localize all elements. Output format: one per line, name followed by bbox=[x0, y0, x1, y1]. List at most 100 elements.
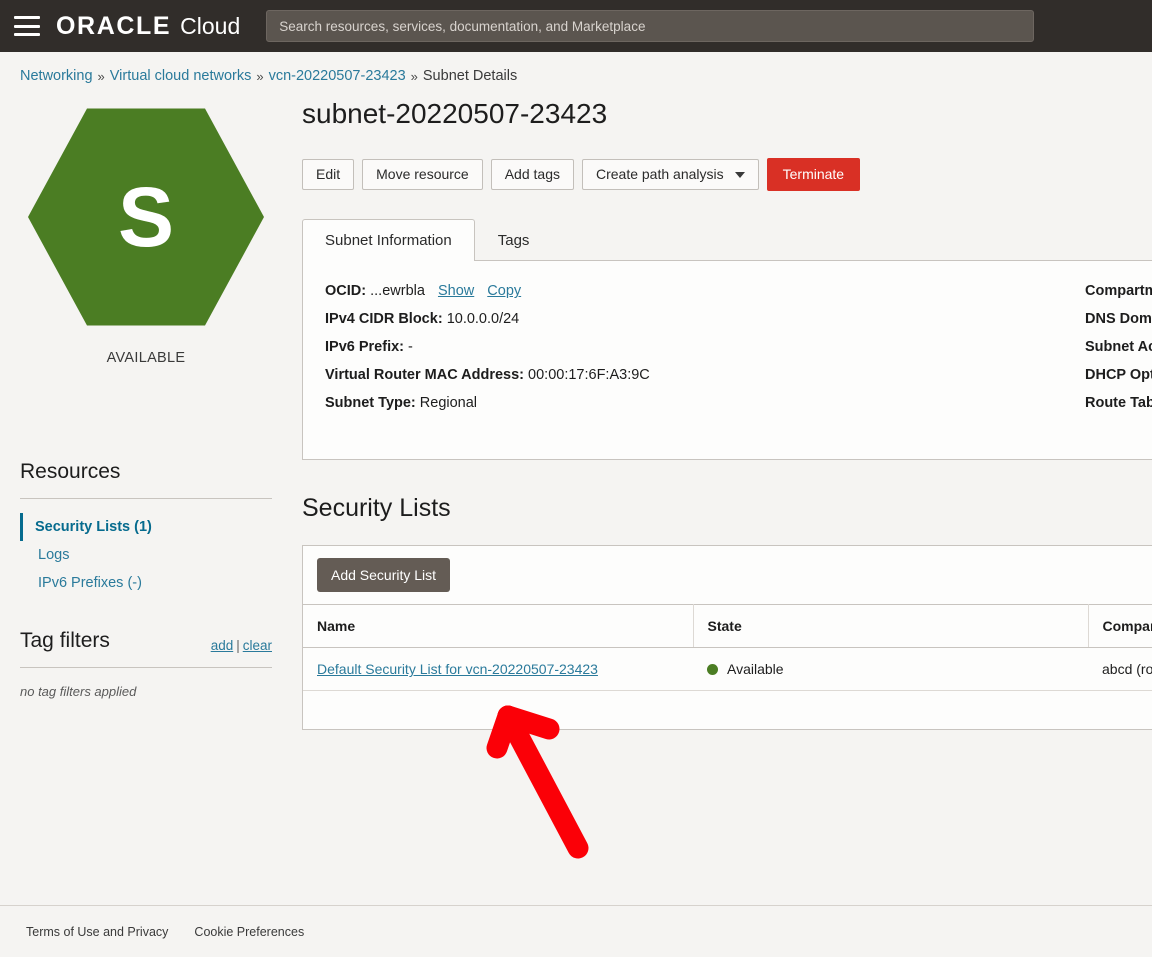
subnet-information-panel: OCID: ...ewrbla Show Copy IPv4 CIDR Bloc… bbox=[302, 260, 1152, 461]
sidebar-item-logs[interactable]: Logs bbox=[20, 541, 272, 569]
table-pagination-row bbox=[303, 691, 1152, 729]
table-body: Default Security List for vcn-20220507-2… bbox=[303, 647, 1152, 692]
detail-key: DNS Domain Name: bbox=[1085, 311, 1152, 328]
brand-cloud-text: Cloud bbox=[180, 12, 241, 39]
status-dot-icon bbox=[707, 663, 718, 675]
hamburger-menu-icon[interactable] bbox=[14, 16, 40, 36]
tag-filters-header: Tag filters add | clear bbox=[20, 629, 272, 653]
security-lists-table: Name State Compartment Default Security … bbox=[303, 604, 1152, 692]
cell-compartment: abcd (root) bbox=[1088, 647, 1152, 692]
cell-name: Default Security List for vcn-20220507-2… bbox=[303, 647, 693, 692]
column-header-name[interactable]: Name bbox=[303, 604, 694, 649]
sidebar-item-label: Logs bbox=[38, 547, 70, 563]
detail-key: Route Table: bbox=[1085, 395, 1152, 412]
tag-filter-add-link[interactable]: add bbox=[211, 638, 234, 653]
detail-value: - bbox=[408, 339, 413, 356]
sidebar-item-ipv6-prefixes[interactable]: IPv6 Prefixes (-) bbox=[20, 569, 272, 597]
security-lists-toolbar: Add Security List bbox=[303, 546, 1152, 604]
main-content: subnet-20220507-23423 Edit Move resource… bbox=[292, 84, 1152, 937]
resource-avatar: S AVAILABLE bbox=[20, 104, 272, 366]
status-label: Available bbox=[727, 661, 784, 678]
create-path-analysis-label: Create path analysis bbox=[595, 166, 724, 182]
cookie-preferences-link[interactable]: Cookie Preferences bbox=[194, 925, 304, 939]
top-navigation-bar: ORACLE Cloud Search resources, services,… bbox=[0, 0, 1152, 52]
breadcrumb-item-current: Subnet Details bbox=[422, 68, 518, 84]
resources-title: Resources bbox=[20, 460, 121, 483]
hexagon-icon: S bbox=[28, 108, 264, 326]
ocid-copy-link[interactable]: Copy bbox=[487, 283, 521, 299]
action-button-row: Edit Move resource Add tags Create path … bbox=[302, 158, 1152, 192]
detail-route-table: Route Table: bbox=[1085, 395, 1152, 411]
tag-filters-title: Tag filters bbox=[20, 629, 110, 652]
avatar-letter: S bbox=[117, 170, 175, 264]
table-row[interactable]: Default Security List for vcn-20220507-2… bbox=[303, 647, 1152, 692]
detail-dns-domain-name: DNS Domain Name: bbox=[1085, 311, 1152, 327]
add-tags-button[interactable]: Add tags bbox=[490, 159, 574, 191]
column-header-state[interactable]: State bbox=[693, 604, 1089, 649]
table-header: Name State Compartment bbox=[303, 604, 1152, 649]
security-lists-section-title: Security Lists bbox=[302, 494, 451, 523]
breadcrumb-separator-icon: » bbox=[256, 68, 264, 84]
security-list-name-link[interactable]: Default Security List for vcn-20220507-2… bbox=[317, 661, 598, 677]
tab-subnet-information[interactable]: Subnet Information bbox=[302, 219, 475, 262]
breadcrumb-separator-icon: » bbox=[97, 68, 105, 84]
detail-ipv6-prefix: IPv6 Prefix: - bbox=[325, 339, 965, 355]
table-header-row: Name State Compartment bbox=[303, 604, 1152, 649]
detail-dhcp-options: DHCP Options: bbox=[1085, 367, 1152, 383]
create-path-analysis-button[interactable]: Create path analysis bbox=[581, 159, 759, 191]
resources-divider bbox=[20, 498, 272, 499]
search-placeholder-text: Search resources, services, documentatio… bbox=[279, 18, 646, 34]
detail-value: 10.0.0.0/24 bbox=[446, 311, 520, 328]
page-body: S AVAILABLE Resources Security Lists (1)… bbox=[0, 84, 1152, 937]
tag-filters-empty-text: no tag filters applied bbox=[20, 684, 137, 699]
add-security-list-button[interactable]: Add Security List bbox=[317, 558, 451, 593]
detail-key: IPv6 Prefix: bbox=[325, 339, 404, 356]
detail-virtual-router-mac-address: Virtual Router MAC Address: 00:00:17:6F:… bbox=[325, 367, 965, 383]
chevron-down-icon bbox=[734, 171, 745, 178]
cell-state: Available bbox=[693, 647, 1088, 692]
tag-filter-clear-link[interactable]: clear bbox=[243, 638, 272, 653]
terminate-button[interactable]: Terminate bbox=[766, 158, 861, 192]
terms-of-use-link[interactable]: Terms of Use and Privacy bbox=[26, 925, 168, 939]
tag-filter-separator: | bbox=[236, 638, 240, 653]
left-sidebar: S AVAILABLE Resources Security Lists (1)… bbox=[0, 84, 292, 937]
detail-value: ...ewrbla bbox=[370, 283, 425, 300]
detail-ipv4-cidr-block: IPv4 CIDR Block: 10.0.0.0/24 bbox=[325, 311, 965, 327]
tag-filters-panel: Tag filters add | clear no tag filters app… bbox=[20, 629, 272, 699]
detail-ocid: OCID: ...ewrbla Show Copy bbox=[325, 283, 965, 299]
sidebar-item-label: Security Lists (1) bbox=[35, 519, 152, 535]
sidebar-item-security-lists[interactable]: Security Lists (1) bbox=[20, 513, 272, 541]
detail-key: IPv4 CIDR Block: bbox=[325, 311, 443, 328]
security-lists-panel: Add Security List Name State Compartment… bbox=[302, 545, 1152, 731]
detail-tabs: Subnet Information Tags bbox=[302, 219, 1152, 262]
global-search-input[interactable]: Search resources, services, documentatio… bbox=[266, 10, 1035, 42]
oracle-cloud-logo[interactable]: ORACLE Cloud bbox=[56, 12, 241, 39]
subnet-details-left-column: OCID: ...ewrbla Show Copy IPv4 CIDR Bloc… bbox=[325, 283, 965, 411]
move-resource-button[interactable]: Move resource bbox=[362, 159, 483, 191]
detail-compartment: Compartment: bbox=[1085, 283, 1152, 299]
detail-subnet-access: Subnet Access: bbox=[1085, 339, 1152, 355]
breadcrumb-item-networking[interactable]: Networking bbox=[20, 68, 93, 84]
ocid-show-link[interactable]: Show bbox=[438, 283, 474, 299]
breadcrumb-item-vcn[interactable]: vcn-20220507-23423 bbox=[269, 68, 406, 84]
status-badge: Available bbox=[707, 661, 1074, 677]
subnet-details-grid: OCID: ...ewrbla Show Copy IPv4 CIDR Bloc… bbox=[325, 283, 1152, 411]
resources-list: Security Lists (1) Logs IPv6 Prefixes (-… bbox=[20, 513, 272, 597]
edit-button[interactable]: Edit bbox=[302, 159, 355, 191]
detail-key: DHCP Options: bbox=[1085, 367, 1152, 384]
page-footer: Terms of Use and Privacy Cookie Preferen… bbox=[0, 905, 1152, 957]
detail-value: 00:00:17:6F:A3:9C bbox=[528, 367, 650, 384]
page-title: subnet-20220507-23423 bbox=[302, 98, 608, 129]
tag-filters-actions: add | clear bbox=[211, 638, 272, 653]
detail-key: Virtual Router MAC Address: bbox=[325, 367, 524, 384]
detail-key: Compartment: bbox=[1085, 283, 1152, 300]
tab-tags[interactable]: Tags bbox=[475, 219, 553, 261]
tag-filters-divider bbox=[20, 667, 272, 668]
column-header-compartment[interactable]: Compartment bbox=[1088, 604, 1152, 649]
subnet-details-right-column: Compartment: DNS Domain Name: Subnet Acc… bbox=[1085, 283, 1152, 411]
breadcrumb-item-virtual-cloud-networks[interactable]: Virtual cloud networks bbox=[110, 68, 252, 84]
detail-key: Subnet Type: bbox=[325, 395, 416, 412]
detail-key: OCID: bbox=[325, 283, 367, 300]
detail-subnet-type: Subnet Type: Regional bbox=[325, 395, 965, 411]
detail-value: Regional bbox=[419, 395, 478, 412]
